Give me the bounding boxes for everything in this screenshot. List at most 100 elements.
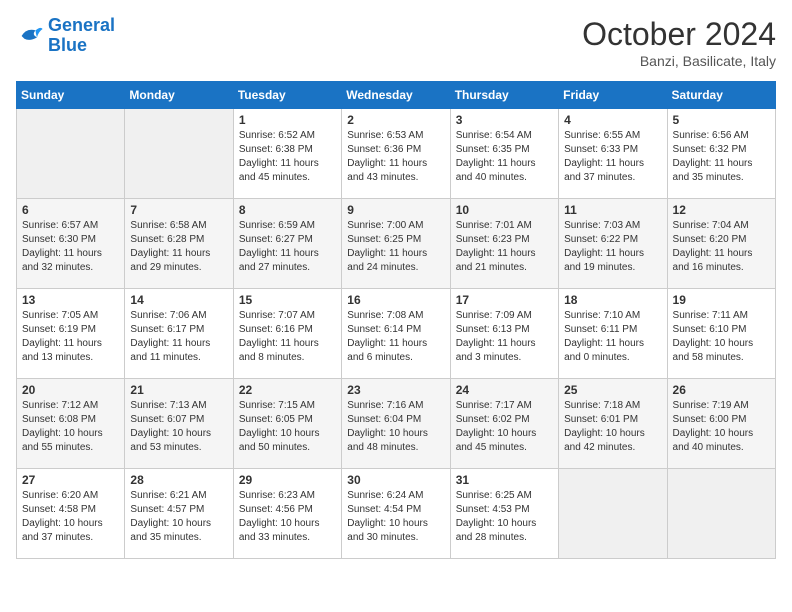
day-info: Sunrise: 7:03 AMSunset: 6:22 PMDaylight:… (564, 219, 661, 275)
calendar-day-cell: 7 Sunrise: 6:58 AMSunset: 6:28 PMDaylight… (125, 199, 233, 289)
day-info: Sunrise: 6:56 AMSunset: 6:32 PMDaylight:… (673, 129, 770, 185)
day-info: Sunrise: 7:01 AMSunset: 6:23 PMDaylight:… (456, 219, 553, 275)
calendar-day-cell: 30 Sunrise: 6:24 AMSunset: 4:54 PMDayligh… (342, 469, 450, 559)
day-info: Sunrise: 7:08 AMSunset: 6:14 PMDaylight:… (347, 309, 444, 365)
day-number: 6 (22, 203, 119, 217)
calendar-day-cell: 6 Sunrise: 6:57 AMSunset: 6:30 PMDaylight… (17, 199, 125, 289)
day-of-week-header: Tuesday (233, 82, 341, 109)
day-number: 28 (130, 473, 227, 487)
day-number: 5 (673, 113, 770, 127)
day-number: 31 (456, 473, 553, 487)
day-number: 16 (347, 293, 444, 307)
calendar-day-cell: 3Sunrise: 6:54 AMSunset: 6:35 PMDaylight… (450, 109, 558, 199)
day-number: 20 (22, 383, 119, 397)
calendar-day-cell: 17 Sunrise: 7:09 AMSunset: 6:13 PMDayligh… (450, 289, 558, 379)
calendar-week-row: 1Sunrise: 6:52 AMSunset: 6:38 PMDaylight… (17, 109, 776, 199)
calendar-day-cell: 4 Sunrise: 6:55 AMSunset: 6:33 PMDaylight… (559, 109, 667, 199)
calendar-day-cell: 10 Sunrise: 7:01 AMSunset: 6:23 PMDayligh… (450, 199, 558, 289)
day-number: 13 (22, 293, 119, 307)
location-subtitle: Banzi, Basilicate, Italy (582, 53, 776, 69)
calendar-day-cell: 1Sunrise: 6:52 AMSunset: 6:38 PMDaylight… (233, 109, 341, 199)
day-info: Sunrise: 7:10 AMSunset: 6:11 PMDaylight:… (564, 309, 661, 365)
calendar-day-cell: 26 Sunrise: 7:19 AMSunset: 6:00 PMDayligh… (667, 379, 775, 469)
logo-icon (16, 22, 44, 50)
day-of-week-header: Sunday (17, 82, 125, 109)
logo-text: General Blue (48, 16, 115, 56)
day-info: Sunrise: 6:53 AMSunset: 6:36 PMDaylight:… (347, 129, 444, 185)
calendar-day-cell: 23 Sunrise: 7:16 AMSunset: 6:04 PMDayligh… (342, 379, 450, 469)
title-block: October 2024 Banzi, Basilicate, Italy (582, 16, 776, 69)
day-number: 19 (673, 293, 770, 307)
day-of-week-header: Saturday (667, 82, 775, 109)
day-number: 29 (239, 473, 336, 487)
day-number: 9 (347, 203, 444, 217)
calendar-day-cell: 11 Sunrise: 7:03 AMSunset: 6:22 PMDayligh… (559, 199, 667, 289)
day-info: Sunrise: 7:06 AMSunset: 6:17 PMDaylight:… (130, 309, 227, 365)
day-number: 18 (564, 293, 661, 307)
day-info: Sunrise: 6:23 AMSunset: 4:56 PMDaylight:… (239, 489, 336, 545)
calendar-header-row: SundayMondayTuesdayWednesdayThursdayFrid… (17, 82, 776, 109)
calendar-day-cell: 22 Sunrise: 7:15 AMSunset: 6:05 PMDayligh… (233, 379, 341, 469)
day-info: Sunrise: 7:05 AMSunset: 6:19 PMDaylight:… (22, 309, 119, 365)
day-number: 26 (673, 383, 770, 397)
calendar-day-cell: 18 Sunrise: 7:10 AMSunset: 6:11 PMDayligh… (559, 289, 667, 379)
calendar-day-cell: 27 Sunrise: 6:20 AMSunset: 4:58 PMDayligh… (17, 469, 125, 559)
day-info: Sunrise: 7:17 AMSunset: 6:02 PMDaylight:… (456, 399, 553, 455)
calendar-day-cell: 8Sunrise: 6:59 AMSunset: 6:27 PMDaylight… (233, 199, 341, 289)
day-info: Sunrise: 7:09 AMSunset: 6:13 PMDaylight:… (456, 309, 553, 365)
day-info: Sunrise: 6:54 AMSunset: 6:35 PMDaylight:… (456, 129, 553, 185)
calendar-week-row: 6 Sunrise: 6:57 AMSunset: 6:30 PMDaylight… (17, 199, 776, 289)
calendar-day-cell: 9 Sunrise: 7:00 AMSunset: 6:25 PMDaylight… (342, 199, 450, 289)
day-number: 17 (456, 293, 553, 307)
day-info: Sunrise: 7:11 AMSunset: 6:10 PMDaylight:… (673, 309, 770, 365)
day-info: Sunrise: 7:19 AMSunset: 6:00 PMDaylight:… (673, 399, 770, 455)
day-info: Sunrise: 7:12 AMSunset: 6:08 PMDaylight:… (22, 399, 119, 455)
day-info: Sunrise: 7:07 AMSunset: 6:16 PMDaylight:… (239, 309, 336, 365)
day-number: 1 (239, 113, 336, 127)
calendar-day-cell: 24Sunrise: 7:17 AMSunset: 6:02 PMDayligh… (450, 379, 558, 469)
calendar-day-cell: 12 Sunrise: 7:04 AMSunset: 6:20 PMDayligh… (667, 199, 775, 289)
calendar-week-row: 27 Sunrise: 6:20 AMSunset: 4:58 PMDayligh… (17, 469, 776, 559)
day-number: 7 (130, 203, 227, 217)
day-info: Sunrise: 6:58 AMSunset: 6:28 PMDaylight:… (130, 219, 227, 275)
calendar-day-cell: 31 Sunrise: 6:25 AMSunset: 4:53 PMDayligh… (450, 469, 558, 559)
day-info: Sunrise: 6:55 AMSunset: 6:33 PMDaylight:… (564, 129, 661, 185)
day-of-week-header: Monday (125, 82, 233, 109)
day-info: Sunrise: 7:15 AMSunset: 6:05 PMDaylight:… (239, 399, 336, 455)
day-number: 25 (564, 383, 661, 397)
day-number: 14 (130, 293, 227, 307)
day-info: Sunrise: 7:16 AMSunset: 6:04 PMDaylight:… (347, 399, 444, 455)
day-number: 12 (673, 203, 770, 217)
calendar-week-row: 20 Sunrise: 7:12 AMSunset: 6:08 PMDayligh… (17, 379, 776, 469)
day-info: Sunrise: 7:04 AMSunset: 6:20 PMDaylight:… (673, 219, 770, 275)
day-info: Sunrise: 6:21 AMSunset: 4:57 PMDaylight:… (130, 489, 227, 545)
day-info: Sunrise: 6:24 AMSunset: 4:54 PMDaylight:… (347, 489, 444, 545)
calendar-day-cell: 5 Sunrise: 6:56 AMSunset: 6:32 PMDaylight… (667, 109, 775, 199)
day-number: 11 (564, 203, 661, 217)
day-number: 4 (564, 113, 661, 127)
day-info: Sunrise: 6:25 AMSunset: 4:53 PMDaylight:… (456, 489, 553, 545)
calendar-day-cell: 25Sunrise: 7:18 AMSunset: 6:01 PMDayligh… (559, 379, 667, 469)
calendar-day-cell: 21Sunrise: 7:13 AMSunset: 6:07 PMDayligh… (125, 379, 233, 469)
day-number: 30 (347, 473, 444, 487)
day-info: Sunrise: 6:57 AMSunset: 6:30 PMDaylight:… (22, 219, 119, 275)
day-number: 27 (22, 473, 119, 487)
day-info: Sunrise: 7:00 AMSunset: 6:25 PMDaylight:… (347, 219, 444, 275)
calendar-day-cell (667, 469, 775, 559)
calendar-day-cell (17, 109, 125, 199)
day-info: Sunrise: 6:59 AMSunset: 6:27 PMDaylight:… (239, 219, 336, 275)
day-number: 15 (239, 293, 336, 307)
day-info: Sunrise: 6:20 AMSunset: 4:58 PMDaylight:… (22, 489, 119, 545)
day-number: 22 (239, 383, 336, 397)
calendar-week-row: 13 Sunrise: 7:05 AMSunset: 6:19 PMDayligh… (17, 289, 776, 379)
calendar-day-cell (125, 109, 233, 199)
calendar-day-cell: 29 Sunrise: 6:23 AMSunset: 4:56 PMDayligh… (233, 469, 341, 559)
calendar-day-cell: 19 Sunrise: 7:11 AMSunset: 6:10 PMDayligh… (667, 289, 775, 379)
day-number: 2 (347, 113, 444, 127)
day-number: 23 (347, 383, 444, 397)
calendar-day-cell: 13 Sunrise: 7:05 AMSunset: 6:19 PMDayligh… (17, 289, 125, 379)
day-of-week-header: Friday (559, 82, 667, 109)
day-of-week-header: Wednesday (342, 82, 450, 109)
calendar-day-cell: 28 Sunrise: 6:21 AMSunset: 4:57 PMDayligh… (125, 469, 233, 559)
day-number: 10 (456, 203, 553, 217)
